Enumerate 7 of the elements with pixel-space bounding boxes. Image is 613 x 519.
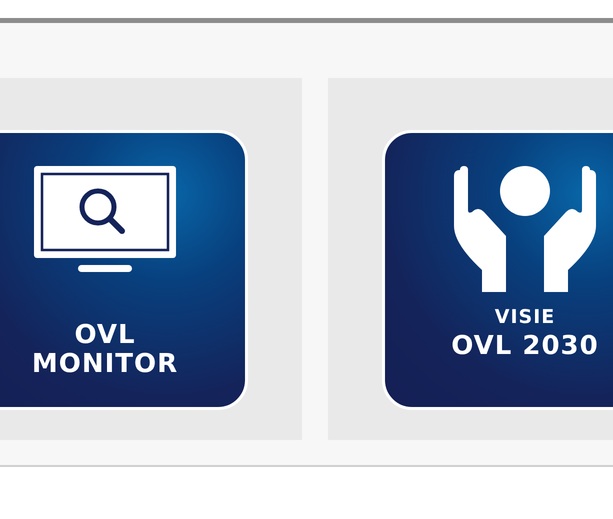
tile-caption: VISIE bbox=[494, 306, 556, 328]
link-tile[interactable]: VISIE OVL 2030 bbox=[382, 130, 613, 410]
tile-title: OVL MONITOR bbox=[32, 321, 178, 379]
link-tile[interactable]: OVL MONITOR bbox=[0, 130, 248, 410]
hands-holding-ball-icon bbox=[454, 166, 596, 292]
monitor-search-icon bbox=[34, 166, 176, 273]
tile-title: OVL 2030 bbox=[451, 332, 599, 361]
